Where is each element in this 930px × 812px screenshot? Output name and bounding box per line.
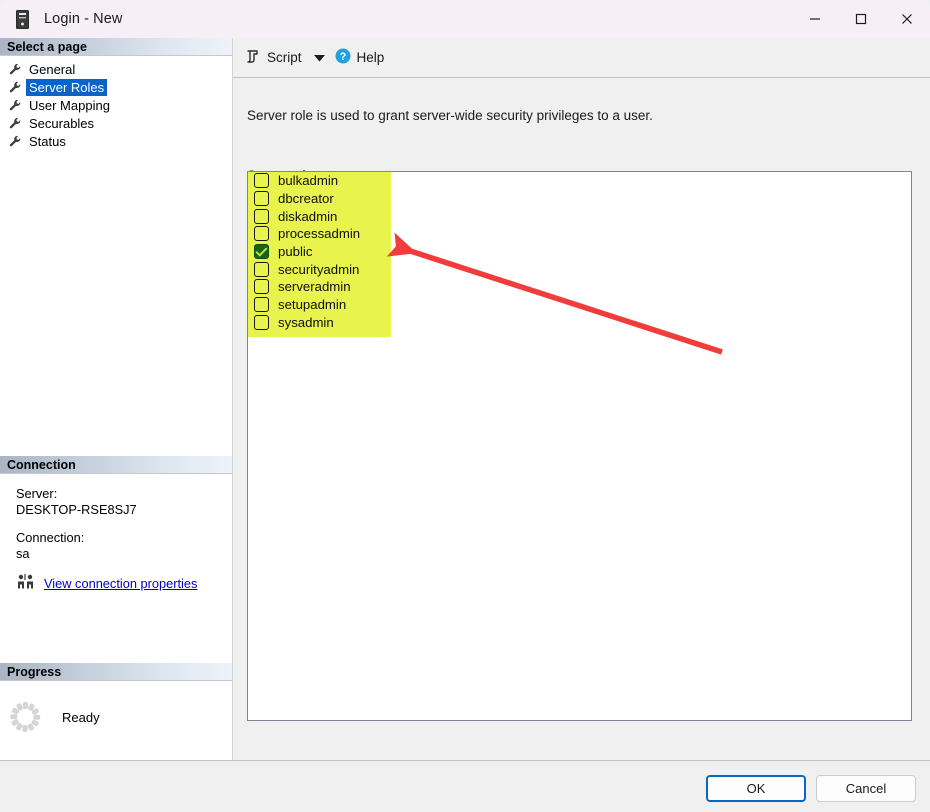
role-row-serveradmin[interactable]: serveradmin [248, 278, 911, 296]
minimize-icon[interactable] [792, 0, 838, 38]
dialog-footer: OK Cancel [0, 760, 930, 812]
server-tower-icon [14, 9, 30, 29]
server-value: DESKTOP-RSE8SJ7 [16, 502, 137, 517]
progress-spinner-icon [10, 702, 41, 732]
connection-header: Connection [0, 456, 232, 474]
sidebar-item-server-roles[interactable]: Server Roles [0, 78, 232, 96]
role-label: dbcreator [278, 191, 334, 207]
checkbox-dbcreator[interactable] [254, 191, 269, 207]
role-label: securityadmin [278, 261, 360, 277]
sidebar-item-user-mapping[interactable]: User Mapping [0, 96, 232, 114]
help-button[interactable]: ? Help [335, 48, 385, 67]
spinner-dot [23, 725, 28, 732]
role-label: bulkadmin [278, 173, 339, 189]
cancel-button[interactable]: Cancel [816, 775, 916, 802]
connection-panel: Connection Server: DESKTOP-RSE8SJ7 Conne… [0, 456, 232, 594]
wrench-icon [9, 135, 26, 148]
script-icon [245, 49, 260, 67]
checkbox-serveradmin[interactable] [254, 279, 269, 295]
sidebar-item-label: Status [29, 133, 66, 149]
page-list: General Server Roles User Mapping Securable… [0, 56, 232, 150]
description-text: Server role is used to grant server-wide… [247, 108, 653, 123]
checkbox-public[interactable] [254, 244, 269, 260]
checkbox-diskadmin[interactable] [254, 208, 269, 224]
select-page-header: Select a page [0, 38, 232, 56]
help-label: Help [356, 50, 385, 65]
checkbox-processadmin[interactable] [254, 226, 269, 242]
window-title: Login - New [44, 11, 123, 27]
role-row-securityadmin[interactable]: securityadmin [248, 260, 911, 278]
role-row-dbcreator[interactable]: dbcreator [248, 190, 911, 208]
connection-properties-icon [16, 574, 36, 594]
role-label: processadmin [278, 226, 361, 242]
checkbox-setupadmin[interactable] [254, 297, 269, 313]
wrench-icon [9, 63, 26, 76]
close-icon[interactable] [884, 0, 930, 38]
sidebar-item-securables[interactable]: Securables [0, 114, 232, 132]
svg-text:?: ? [339, 51, 346, 63]
sidebar-item-label: Server Roles [26, 78, 108, 96]
help-circle-icon: ? [335, 48, 351, 67]
wrench-icon [9, 99, 26, 112]
connection-label: Connection: [16, 530, 85, 545]
ok-button[interactable]: OK [706, 775, 806, 802]
role-row-sysadmin[interactable]: sysadmin [248, 314, 911, 332]
role-row-bulkadmin[interactable]: bulkadmin [248, 172, 911, 190]
spinner-dot [33, 714, 41, 720]
toolbar: Script ? Help [233, 38, 930, 78]
role-label: serveradmin [278, 279, 351, 295]
login-new-dialog: Login - New Select a page General Server … [0, 0, 930, 812]
connection-value: sa [16, 546, 30, 561]
role-label: public [278, 244, 313, 260]
sidebar-item-label: General [29, 61, 76, 77]
progress-status: Ready [62, 709, 100, 725]
server-roles-listbox[interactable]: bulkadmin dbcreator diskadmin processadmin p… [247, 171, 912, 721]
sidebar-item-label: User Mapping [29, 97, 110, 113]
checkbox-sysadmin[interactable] [254, 314, 269, 330]
script-label: Script [267, 50, 302, 65]
sidebar-item-status[interactable]: Status [0, 132, 232, 150]
progress-panel: Progress Ready [0, 663, 232, 739]
progress-header: Progress [0, 663, 232, 681]
spinner-dot [10, 714, 18, 720]
checkbox-securityadmin[interactable] [254, 261, 269, 277]
view-connection-properties-link[interactable]: View connection properties [44, 576, 197, 592]
chevron-down-icon[interactable] [313, 49, 325, 67]
script-button[interactable]: Script [245, 49, 302, 67]
role-label: sysadmin [278, 314, 334, 330]
checkbox-bulkadmin[interactable] [254, 173, 269, 189]
role-row-setupadmin[interactable]: setupadmin [248, 296, 911, 314]
maximize-icon[interactable] [838, 0, 884, 38]
role-row-diskadmin[interactable]: diskadmin [248, 207, 911, 225]
wrench-icon [9, 81, 26, 94]
window-controls [792, 0, 930, 38]
role-row-processadmin[interactable]: processadmin [248, 225, 911, 243]
role-label: diskadmin [278, 208, 338, 224]
sidebar-item-label: Securables [29, 115, 95, 131]
title-bar[interactable]: Login - New [0, 0, 930, 38]
server-label: Server: [16, 486, 58, 501]
wrench-icon [9, 117, 26, 130]
check-icon [255, 244, 268, 257]
sidebar: Select a page General Server Roles User Ma… [0, 38, 233, 812]
sidebar-item-general[interactable]: General [0, 60, 232, 78]
role-row-public[interactable]: public [248, 243, 911, 261]
role-label: setupadmin [278, 297, 347, 313]
